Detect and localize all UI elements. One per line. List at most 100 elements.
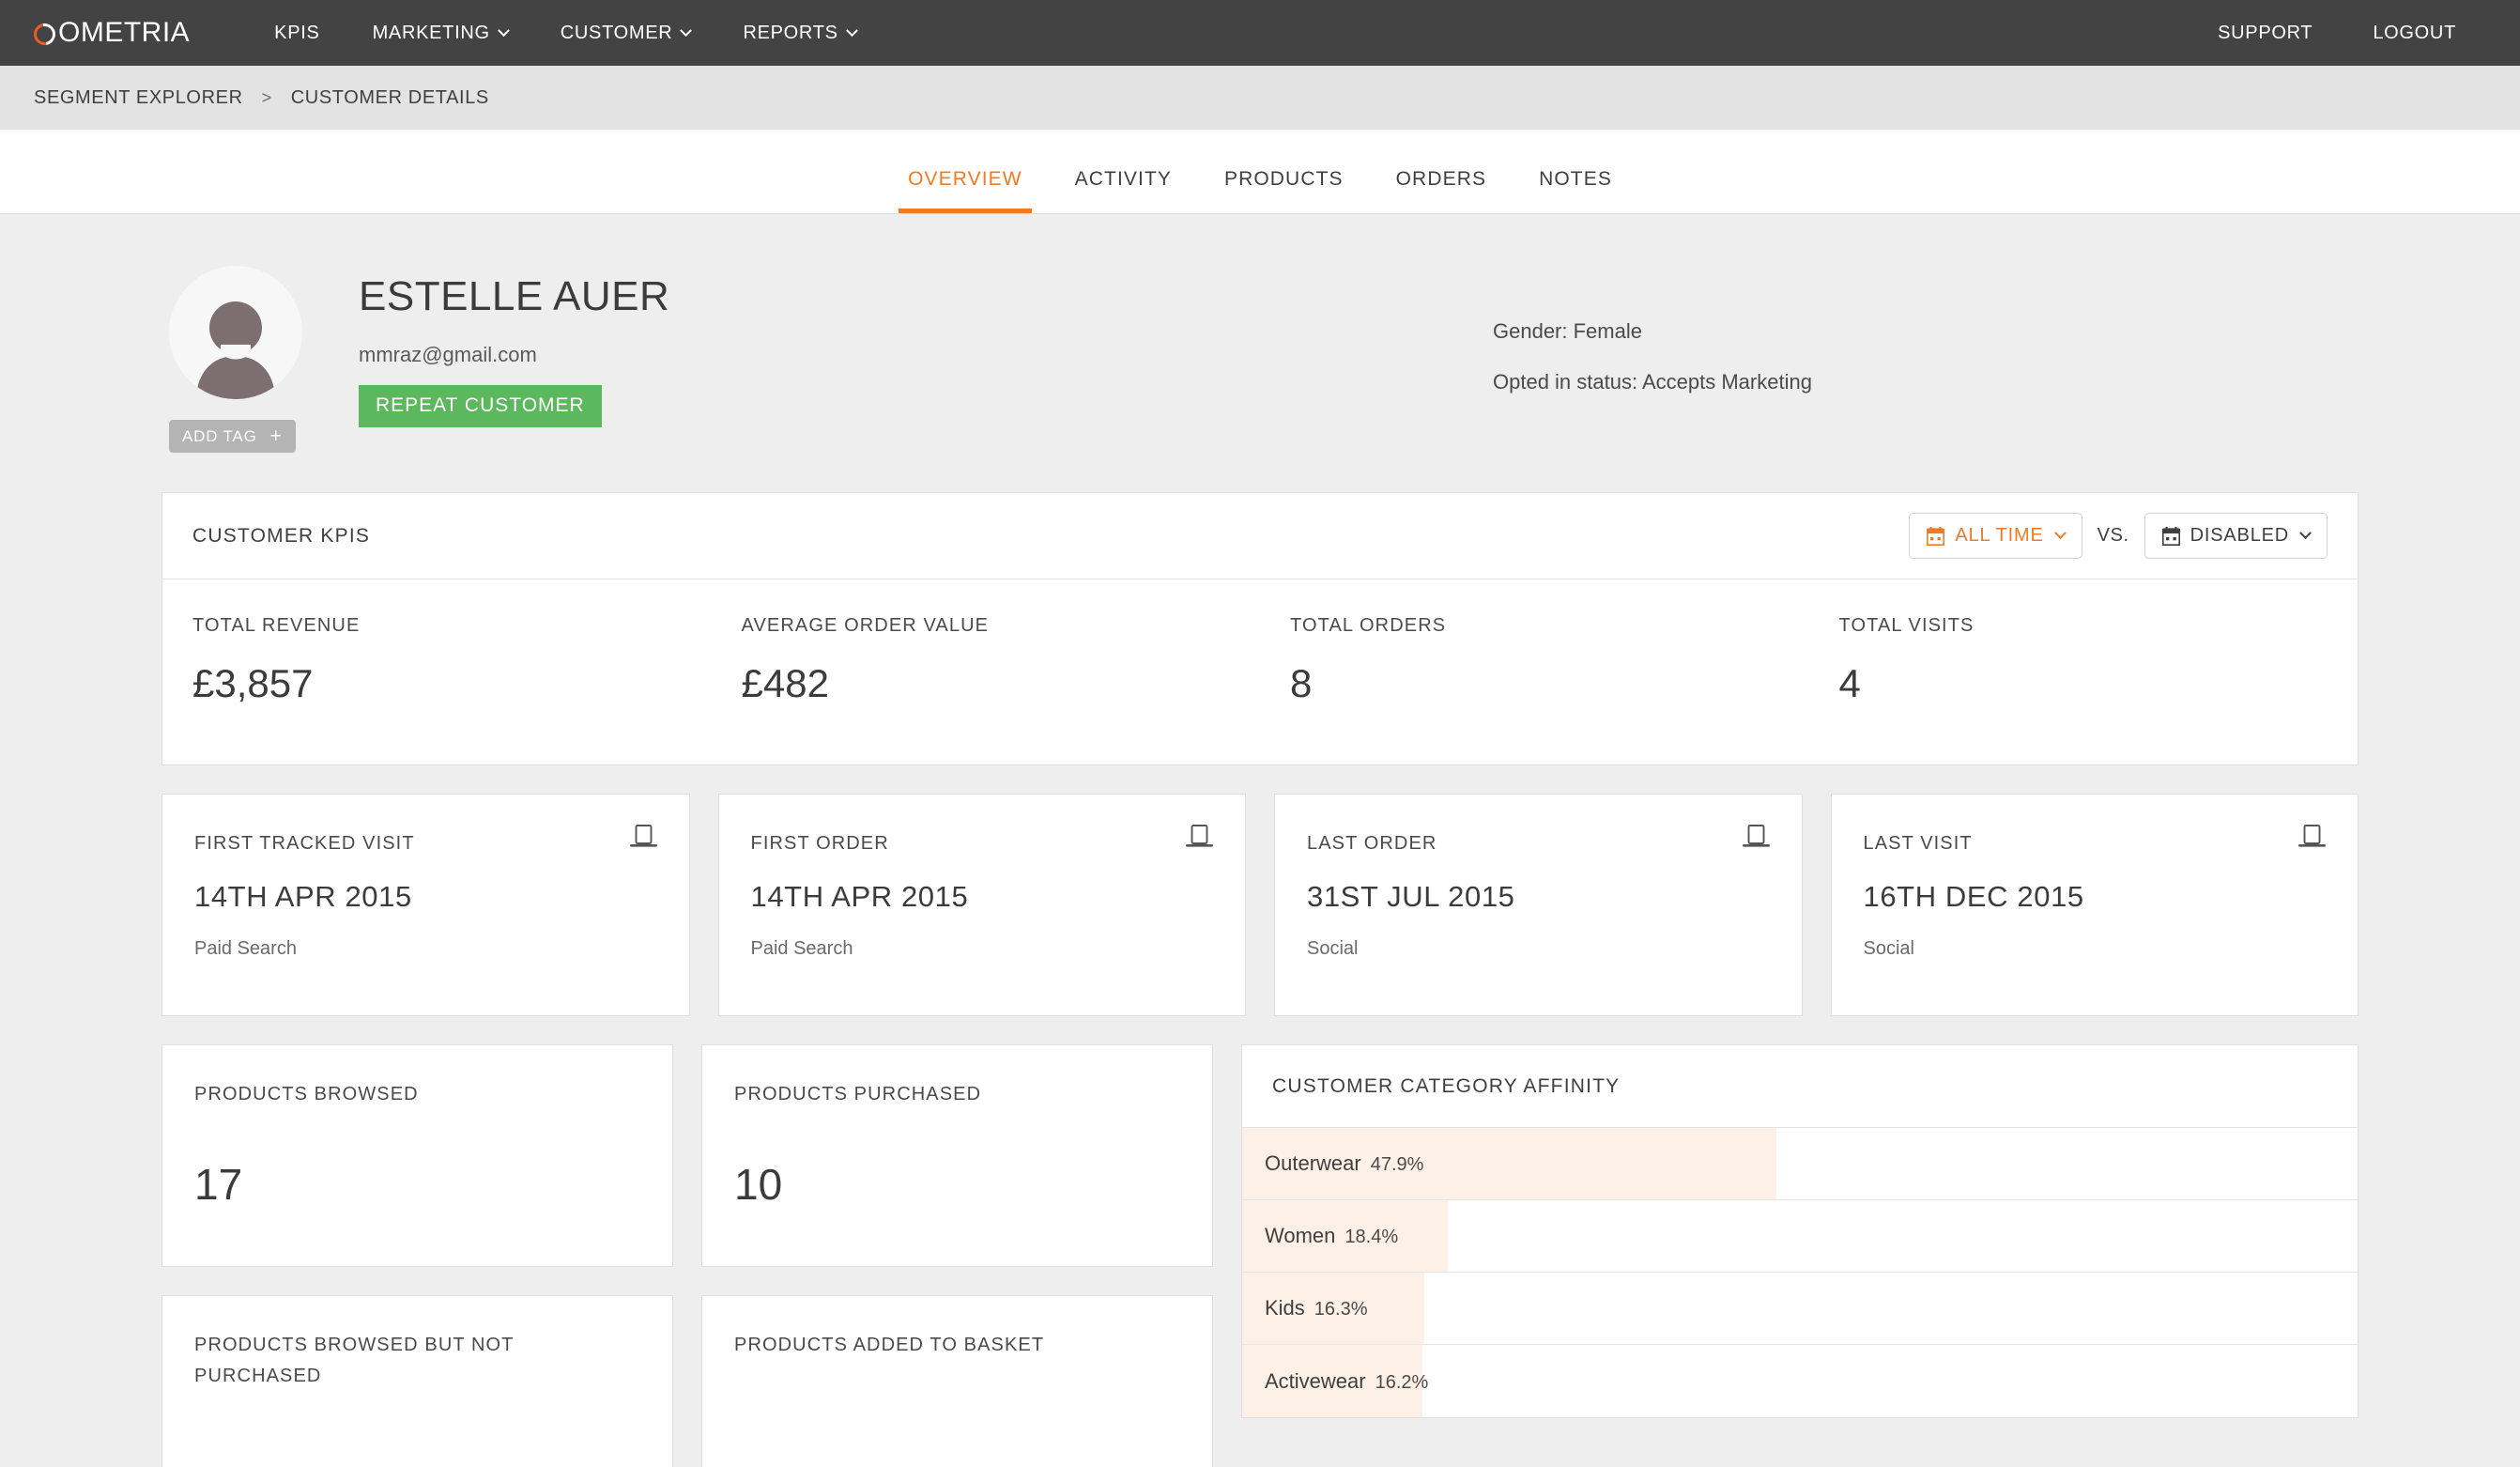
breadcrumb-item-segment-explorer[interactable]: SEGMENT EXPLORER [34, 87, 243, 109]
affinity-percent: 16.3% [1314, 1299, 1368, 1320]
card-label: PRODUCTS BROWSED [194, 1084, 419, 1104]
primary-nav-links: KPIS MARKETING CUSTOMER REPORTS [248, 0, 883, 66]
kpi-metrics-row: TOTAL REVENUE £3,857 AVERAGE ORDER VALUE… [162, 579, 2358, 764]
nav-item-kpis[interactable]: KPIS [248, 0, 346, 66]
card-label: PRODUCTS BROWSED BUT NOT PURCHASED [194, 1335, 515, 1386]
affinity-percent: 47.9% [1370, 1154, 1424, 1175]
nav-item-label: REPORTS [743, 22, 838, 43]
compare-range-button[interactable]: DISABLED [2144, 513, 2328, 559]
nav-item-support[interactable]: SUPPORT [2188, 0, 2343, 66]
plus-icon: + [269, 425, 283, 447]
kpi-label: TOTAL REVENUE [192, 615, 361, 636]
nav-item-label: LOGOUT [2373, 22, 2456, 43]
date-range-controls: ALL TIME VS. DISABLED [1909, 513, 2328, 559]
gender-line: Gender: Female [1493, 319, 1642, 343]
tab-products[interactable]: PRODUCTS [1198, 168, 1370, 213]
card-label: LAST VISIT [1863, 833, 1973, 854]
card-value: 16TH DEC 2015 [1863, 880, 2084, 913]
affinity-row-kids[interactable]: Kids 16.3% [1242, 1273, 2358, 1345]
affinity-label: Women [1265, 1224, 1336, 1247]
affinity-row-activewear[interactable]: Activewear 16.2% [1242, 1345, 2358, 1417]
products-purchased-column: PRODUCTS PURCHASED 10 PRODUCTS ADDED TO … [701, 1044, 1213, 1467]
nav-item-customer[interactable]: CUSTOMER [534, 0, 717, 66]
tab-overview[interactable]: OVERVIEW [882, 168, 1049, 213]
nav-item-label: MARKETING [372, 22, 490, 43]
nav-item-marketing[interactable]: MARKETING [346, 0, 534, 66]
card-last-order: LAST ORDER 31ST JUL 2015 Social [1274, 794, 1803, 1016]
customer-kpis-panel: CUSTOMER KPIS ALL TIME VS. DISABLED TOTA… [161, 492, 2359, 765]
tab-bar: OVERVIEW ACTIVITY PRODUCTS ORDERS NOTES [0, 130, 2520, 214]
chevron-down-icon [680, 23, 693, 37]
card-first-tracked-visit: FIRST TRACKED VISIT 14TH APR 2015 Paid S… [161, 794, 690, 1016]
customer-kpis-header: CUSTOMER KPIS ALL TIME VS. DISABLED [162, 493, 2358, 579]
avatar-column: ADD TAG + [161, 266, 359, 453]
date-range-button[interactable]: ALL TIME [1909, 513, 2082, 559]
card-products-added-to-basket: PRODUCTS ADDED TO BASKET [701, 1295, 1213, 1467]
card-label: FIRST ORDER [750, 833, 889, 854]
card-value: 17 [194, 1160, 243, 1209]
affinity-header: CUSTOMER CATEGORY AFFINITY [1242, 1045, 2358, 1128]
card-value: 14TH APR 2015 [194, 880, 412, 913]
card-channel: Paid Search [750, 938, 853, 959]
status-badge: REPEAT CUSTOMER [359, 385, 602, 427]
kpi-label: AVERAGE ORDER VALUE [741, 615, 990, 636]
chevron-down-icon [845, 23, 858, 37]
card-products-browsed-not-purchased: PRODUCTS BROWSED BUT NOT PURCHASED [161, 1295, 673, 1467]
chevron-down-icon [2053, 527, 2067, 540]
laptop-icon [1742, 825, 1770, 853]
breadcrumb: SEGMENT EXPLORER > CUSTOMER DETAILS [0, 66, 2520, 130]
affinity-row-outerwear[interactable]: Outerwear 47.9% [1242, 1128, 2358, 1200]
avatar [169, 266, 302, 399]
customer-email[interactable]: mmraz@gmail.com [359, 343, 669, 367]
bottom-content-row: PRODUCTS BROWSED 17 PRODUCTS BROWSED BUT… [161, 1044, 2359, 1467]
laptop-icon [629, 825, 657, 853]
affinity-percent: 16.2% [1375, 1371, 1429, 1393]
kpi-value: £482 [741, 661, 829, 705]
kpi-total-orders: TOTAL ORDERS 8 [1260, 579, 1809, 764]
kpi-total-revenue: TOTAL REVENUE £3,857 [162, 579, 712, 764]
card-value: 31ST JUL 2015 [1307, 880, 1515, 913]
affinity-label: Outerwear [1265, 1151, 1361, 1175]
compare-range-label: DISABLED [2190, 525, 2289, 546]
ometria-logo[interactable]: OMETRIA [29, 17, 191, 50]
card-value: 10 [734, 1160, 783, 1209]
logo-text: OMETRIA [58, 17, 191, 48]
affinity-row-women[interactable]: Women 18.4% [1242, 1200, 2358, 1273]
nav-item-logout[interactable]: LOGOUT [2343, 0, 2486, 66]
customer-category-affinity-panel: CUSTOMER CATEGORY AFFINITY Outerwear 47.9… [1241, 1044, 2359, 1418]
opted-in-line: Opted in status: Accepts Marketing [1493, 370, 1812, 394]
add-tag-button[interactable]: ADD TAG + [169, 420, 296, 453]
tab-notes[interactable]: NOTES [1513, 168, 1638, 213]
card-label: PRODUCTS ADDED TO BASKET [734, 1335, 1045, 1355]
secondary-nav-links: SUPPORT LOGOUT [2188, 0, 2486, 66]
breadcrumb-item-customer-details[interactable]: CUSTOMER DETAILS [291, 87, 489, 109]
card-channel: Social [1863, 938, 1914, 959]
products-browsed-column: PRODUCTS BROWSED 17 PRODUCTS BROWSED BUT… [161, 1044, 673, 1467]
customer-profile-header: ADD TAG + ESTELLE AUER mmraz@gmail.com R… [161, 214, 2359, 492]
nav-item-reports[interactable]: REPORTS [716, 0, 882, 66]
laptop-icon [2298, 825, 2326, 853]
affinity-row-text: Outerwear 47.9% [1242, 1151, 1423, 1176]
tab-orders[interactable]: ORDERS [1370, 168, 1513, 213]
nav-item-label: KPIS [274, 22, 320, 43]
tab-activity[interactable]: ACTIVITY [1049, 168, 1198, 213]
add-tag-label: ADD TAG [182, 426, 257, 445]
kpi-total-visits: TOTAL VISITS 4 [1809, 579, 2359, 764]
affinity-percent: 18.4% [1345, 1227, 1399, 1247]
calendar-icon [1927, 526, 1945, 546]
chevron-down-icon [2299, 527, 2312, 540]
kpi-label: TOTAL ORDERS [1290, 615, 1447, 636]
affinity-row-text: Women 18.4% [1242, 1224, 1398, 1248]
panel-title: CUSTOMER KPIS [192, 524, 371, 547]
logo-circle-icon [29, 18, 60, 50]
card-label: FIRST TRACKED VISIT [194, 833, 415, 854]
vs-label: VS. [2097, 525, 2129, 546]
kpi-average-order-value: AVERAGE ORDER VALUE £482 [712, 579, 1261, 764]
affinity-row-text: Kids 16.3% [1242, 1296, 1368, 1320]
breadcrumb-separator: > [261, 87, 272, 107]
nav-item-label: CUSTOMER [560, 22, 673, 43]
page-content: ADD TAG + ESTELLE AUER mmraz@gmail.com R… [0, 214, 2520, 1467]
top-navigation-bar: OMETRIA KPIS MARKETING CUSTOMER REPORTS … [0, 0, 2520, 66]
affinity-title: CUSTOMER CATEGORY AFFINITY [1272, 1074, 1621, 1097]
profile-meta: Gender: Female Opted in status: Accepts … [1493, 319, 1812, 394]
